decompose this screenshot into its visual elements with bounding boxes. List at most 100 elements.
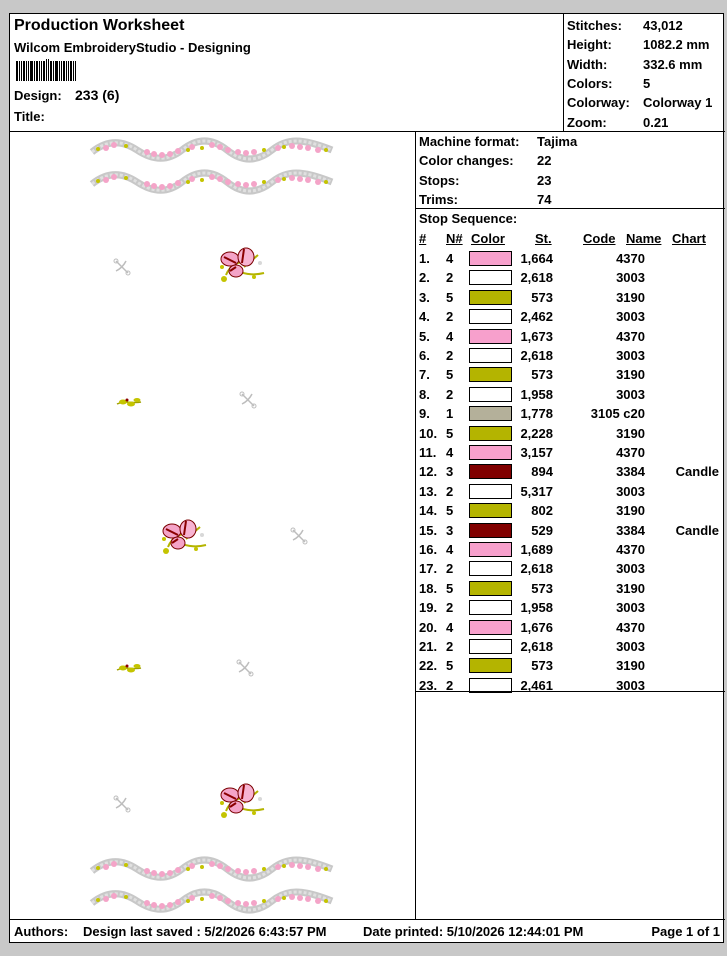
row-number: 7.: [419, 367, 430, 383]
row-number: 22.: [419, 658, 438, 674]
barcode-bar: [16, 61, 18, 81]
needle-number: 5: [446, 289, 454, 305]
row-number: 6.: [419, 348, 430, 363]
colors-label: Colors:: [567, 76, 613, 91]
barcode-bar: [23, 61, 25, 81]
row-number: 12.: [419, 464, 438, 480]
table-row: 4. 2 2,462 3003: [416, 307, 725, 326]
table-row: 10. 5 2,228 3190: [416, 424, 725, 443]
row-number: 4.: [419, 309, 430, 325]
stitch-count: 1,958: [520, 600, 553, 616]
barcode-bar: [36, 61, 38, 81]
table-row: 13. 2 5,317 3003: [416, 482, 725, 501]
needle-number: 1: [446, 406, 454, 422]
barcode-bar: [66, 61, 67, 81]
row-number: 1.: [419, 251, 430, 266]
table-row: 1. 4 1,664 4370: [416, 249, 725, 268]
stitch-count: 2,618: [520, 348, 553, 363]
barcode-bar: [19, 61, 20, 81]
design-value: 233 (6): [75, 87, 120, 103]
design-preview: [10, 132, 416, 920]
col-header-stitches: St.: [535, 231, 552, 246]
table-row: 20. 4 1,676 4370: [416, 618, 725, 637]
col-header-chart: Chart: [672, 231, 706, 246]
row-number: 11.: [419, 445, 437, 460]
barcode-bar: [46, 59, 47, 81]
stitch-count: 2,618: [520, 561, 553, 577]
stitch-count: 529: [531, 522, 553, 538]
thread-code: 3190: [616, 367, 645, 383]
color-swatch: [469, 542, 512, 557]
thread-code: 4370: [616, 542, 645, 557]
machine-format-value: Tajima: [537, 134, 578, 149]
height-label: Height:: [567, 37, 612, 52]
color-swatch: [469, 445, 512, 460]
header-info-panel: Production Worksheet Wilcom EmbroiderySt…: [10, 14, 564, 132]
needle-number: 4: [446, 619, 454, 635]
color-swatch: [469, 328, 512, 344]
width-label: Width:: [567, 57, 608, 72]
thread-code: 3190: [616, 425, 645, 441]
table-row: 6. 2 2,618 3003: [416, 346, 725, 365]
divider: [416, 691, 725, 692]
stitch-count: 1,664: [520, 251, 553, 266]
trims-value: 74: [537, 192, 552, 207]
stitch-count: 894: [531, 464, 553, 480]
stitches-value: 43,012: [643, 18, 683, 33]
row-number: 2.: [419, 270, 430, 286]
date-printed: Date printed: 5/10/2026 12:44:01 PM: [363, 924, 584, 939]
needle-number: 5: [446, 658, 454, 674]
design-label: Design:: [14, 88, 62, 103]
stitch-count: 1,676: [520, 619, 553, 635]
needle-number: 4: [446, 445, 454, 460]
thread-code: 3190: [616, 503, 645, 519]
row-number: 20.: [419, 619, 438, 635]
color-swatch: [469, 289, 512, 305]
stitch-count: 573: [531, 367, 553, 383]
color-swatch: [469, 580, 512, 596]
row-number: 14.: [419, 503, 438, 519]
barcode-bar: [41, 61, 42, 81]
needle-number: 2: [446, 483, 454, 499]
zoom-label: Zoom:: [567, 115, 607, 130]
stitches-label: Stitches:: [567, 18, 622, 33]
barcode-bar: [70, 61, 72, 81]
needle-number: 5: [446, 503, 454, 519]
table-row: 19. 2 1,958 3003: [416, 598, 725, 617]
chart-name: Candle: [675, 464, 719, 480]
needle-number: 4: [446, 328, 454, 344]
row-number: 18.: [419, 580, 438, 596]
width-value: 332.6 mm: [643, 57, 703, 72]
worksheet-page: Production Worksheet Wilcom EmbroiderySt…: [9, 13, 725, 943]
needle-number: 5: [446, 367, 454, 383]
needle-number: 2: [446, 561, 454, 577]
thread-code: 3003: [616, 386, 645, 402]
table-row: 2. 2 2,618 3003: [416, 268, 725, 287]
thread-code: 4370: [616, 328, 645, 344]
thread-code: 3003: [616, 639, 645, 654]
color-swatch: [469, 503, 512, 519]
barcode-bar: [63, 61, 65, 81]
row-number: 15.: [419, 522, 438, 538]
col-header-needle: N#: [446, 231, 463, 246]
barcode-bar: [55, 61, 58, 81]
thread-code: 3384: [616, 464, 645, 480]
color-swatch: [469, 386, 512, 402]
color-swatch: [469, 483, 512, 499]
stitch-count: 573: [531, 580, 553, 596]
color-swatch: [469, 658, 512, 674]
needle-number: 2: [446, 270, 454, 286]
thread-code: 3003: [616, 309, 645, 325]
needle-number: 2: [446, 386, 454, 402]
color-swatch: [469, 522, 512, 538]
thread-code: 3190: [616, 658, 645, 674]
thread-code: 3003: [616, 348, 645, 363]
color-swatch: [469, 270, 512, 286]
barcode-bar: [50, 61, 52, 81]
table-row: 22. 5 573 3190: [416, 656, 725, 675]
row-number: 5.: [419, 328, 430, 344]
color-swatch: [469, 367, 512, 383]
embroidery-design-image: [10, 132, 416, 920]
table-row: 14. 5 802 3190: [416, 501, 725, 520]
thread-code: 3003: [616, 270, 645, 286]
